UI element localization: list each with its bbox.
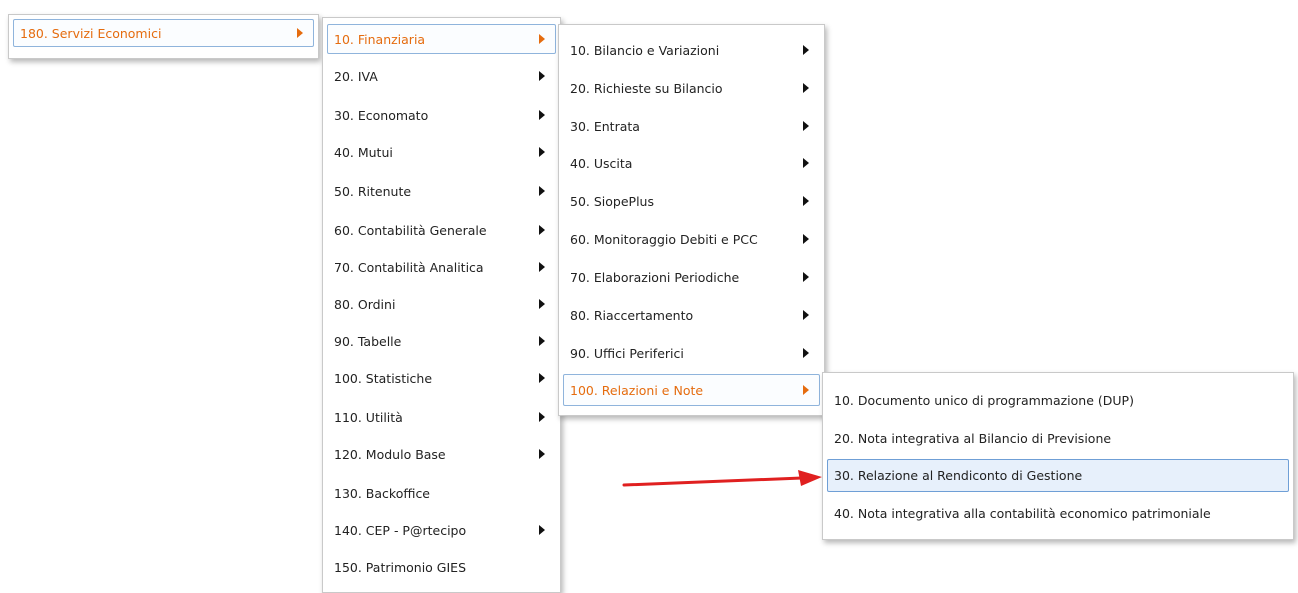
menu-item-label: 110. Utilità [334, 409, 403, 425]
submenu-arrow-icon [539, 225, 545, 235]
menu-item-label: 40. Mutui [334, 144, 393, 160]
menu-level-1: 180. Servizi Economici [8, 14, 319, 59]
submenu-arrow-icon [539, 525, 545, 535]
menu-item-label: 30. Economato [334, 107, 429, 123]
menu-item-label: 150. Patrimonio GIES [334, 559, 467, 575]
menu-item-nota-integrativa-previsione[interactable]: 20. Nota integrativa al Bilancio di Prev… [827, 423, 1289, 453]
submenu-arrow-icon [803, 385, 809, 395]
menu-item-label: 90. Uffici Periferici [570, 345, 684, 361]
menu-item-entrata[interactable]: 30. Entrata [563, 111, 820, 141]
menu-item-label: 50. SiopePlus [570, 193, 654, 209]
menu-item-patrimonio-gies[interactable]: 150. Patrimonio GIES [327, 552, 556, 582]
menu-item-label: 30. Relazione al Rendiconto di Gestione [834, 468, 1083, 483]
menu-item-finanziaria[interactable]: 10. Finanziaria [327, 24, 556, 54]
menu-item-label: 90. Tabelle [334, 333, 402, 349]
menu-item-label: 180. Servizi Economici [20, 25, 162, 41]
submenu-arrow-icon [803, 196, 809, 206]
menu-item-tabelle[interactable]: 90. Tabelle [327, 326, 556, 356]
menu-item-label: 100. Statistiche [334, 370, 433, 386]
submenu-arrow-icon [539, 34, 545, 44]
menu-item-uscita[interactable]: 40. Uscita [563, 148, 820, 178]
menu-item-economato[interactable]: 30. Economato [327, 100, 556, 130]
submenu-arrow-icon [297, 28, 303, 38]
menu-item-uffici-periferici[interactable]: 90. Uffici Periferici [563, 338, 820, 368]
submenu-arrow-icon [803, 348, 809, 358]
menu-item-label: 60. Contabilità Generale [334, 222, 487, 238]
submenu-arrow-icon [539, 147, 545, 157]
submenu-arrow-icon [803, 272, 809, 282]
menu-item-mutui[interactable]: 40. Mutui [327, 137, 556, 167]
menu-item-relazioni-note[interactable]: 100. Relazioni e Note [563, 374, 820, 406]
menu-item-label: 80. Riaccertamento [570, 307, 694, 323]
menu-item-label: 80. Ordini [334, 296, 396, 312]
submenu-arrow-icon [539, 373, 545, 383]
submenu-arrow-icon [539, 71, 545, 81]
menu-item-label: 30. Entrata [570, 118, 640, 134]
menu-item-servizi-economici[interactable]: 180. Servizi Economici [13, 19, 314, 47]
menu-item-label: 20. Richieste su Bilancio [570, 80, 723, 96]
submenu-arrow-icon [539, 110, 545, 120]
menu-item-cep-partecipo[interactable]: 140. CEP - P@rtecipo [327, 515, 556, 545]
menu-item-label: 70. Contabilità Analitica [334, 259, 484, 275]
menu-item-richieste-bilancio[interactable]: 20. Richieste su Bilancio [563, 73, 820, 103]
submenu-arrow-icon [803, 121, 809, 131]
menu-item-label: 10. Finanziaria [334, 31, 426, 47]
menu-item-label: 60. Monitoraggio Debiti e PCC [570, 231, 758, 247]
menu-item-utilita[interactable]: 110. Utilità [327, 402, 556, 432]
submenu-arrow-icon [803, 45, 809, 55]
menu-item-label: 70. Elaborazioni Periodiche [570, 269, 740, 285]
menu-item-ritenute[interactable]: 50. Ritenute [327, 176, 556, 206]
submenu-arrow-icon [539, 412, 545, 422]
menu-item-backoffice[interactable]: 130. Backoffice [327, 478, 556, 508]
menu-item-label: 40. Nota integrativa alla contabilità ec… [834, 505, 1211, 521]
menu-item-contabilita-analitica[interactable]: 70. Contabilità Analitica [327, 252, 556, 282]
menu-item-statistiche[interactable]: 100. Statistiche [327, 363, 556, 393]
menu-item-riaccertamento[interactable]: 80. Riaccertamento [563, 300, 820, 330]
menu-level-4: 10. Documento unico di programmazione (D… [822, 372, 1294, 540]
submenu-arrow-icon [803, 234, 809, 244]
submenu-arrow-icon [539, 336, 545, 346]
menu-item-label: 50. Ritenute [334, 183, 412, 199]
menu-item-modulo-base[interactable]: 120. Modulo Base [327, 439, 556, 469]
menu-item-label: 40. Uscita [570, 155, 633, 171]
menu-item-label: 10. Bilancio e Variazioni [570, 42, 720, 58]
red-arrow-icon [622, 470, 822, 487]
submenu-arrow-icon [539, 262, 545, 272]
menu-item-relazione-rendiconto[interactable]: 30. Relazione al Rendiconto di Gestione [827, 459, 1289, 492]
menu-item-documento-unico-dup[interactable]: 10. Documento unico di programmazione (D… [827, 385, 1289, 415]
submenu-arrow-icon [539, 186, 545, 196]
menu-item-label: 10. Documento unico di programmazione (D… [834, 392, 1134, 408]
menu-level-3: 10. Bilancio e Variazioni 20. Richieste … [558, 24, 825, 416]
menu-item-elaborazioni-periodiche[interactable]: 70. Elaborazioni Periodiche [563, 262, 820, 292]
submenu-arrow-icon [803, 310, 809, 320]
menu-item-bilancio-variazioni[interactable]: 10. Bilancio e Variazioni [563, 35, 820, 65]
submenu-arrow-icon [539, 299, 545, 309]
menu-level-2: 10. Finanziaria 20. IVA 30. Economato 40… [322, 17, 561, 593]
menu-item-nota-integrativa-economico-patrimoniale[interactable]: 40. Nota integrativa alla contabilità ec… [827, 498, 1289, 528]
menu-item-label: 20. IVA [334, 68, 378, 84]
submenu-arrow-icon [803, 158, 809, 168]
menu-item-siopeplus[interactable]: 50. SiopePlus [563, 186, 820, 216]
menu-item-contabilita-generale[interactable]: 60. Contabilità Generale [327, 215, 556, 245]
submenu-arrow-icon [539, 449, 545, 459]
submenu-arrow-icon [803, 83, 809, 93]
menu-item-label: 120. Modulo Base [334, 446, 446, 462]
menu-item-label: 100. Relazioni e Note [570, 382, 704, 398]
menu-item-label: 20. Nota integrativa al Bilancio di Prev… [834, 430, 1112, 446]
menu-item-label: 140. CEP - P@rtecipo [334, 522, 467, 538]
menu-item-ordini[interactable]: 80. Ordini [327, 289, 556, 319]
menu-item-label: 130. Backoffice [334, 485, 431, 501]
menu-item-monitoraggio-debiti[interactable]: 60. Monitoraggio Debiti e PCC [563, 224, 820, 254]
menu-item-iva[interactable]: 20. IVA [327, 61, 556, 91]
